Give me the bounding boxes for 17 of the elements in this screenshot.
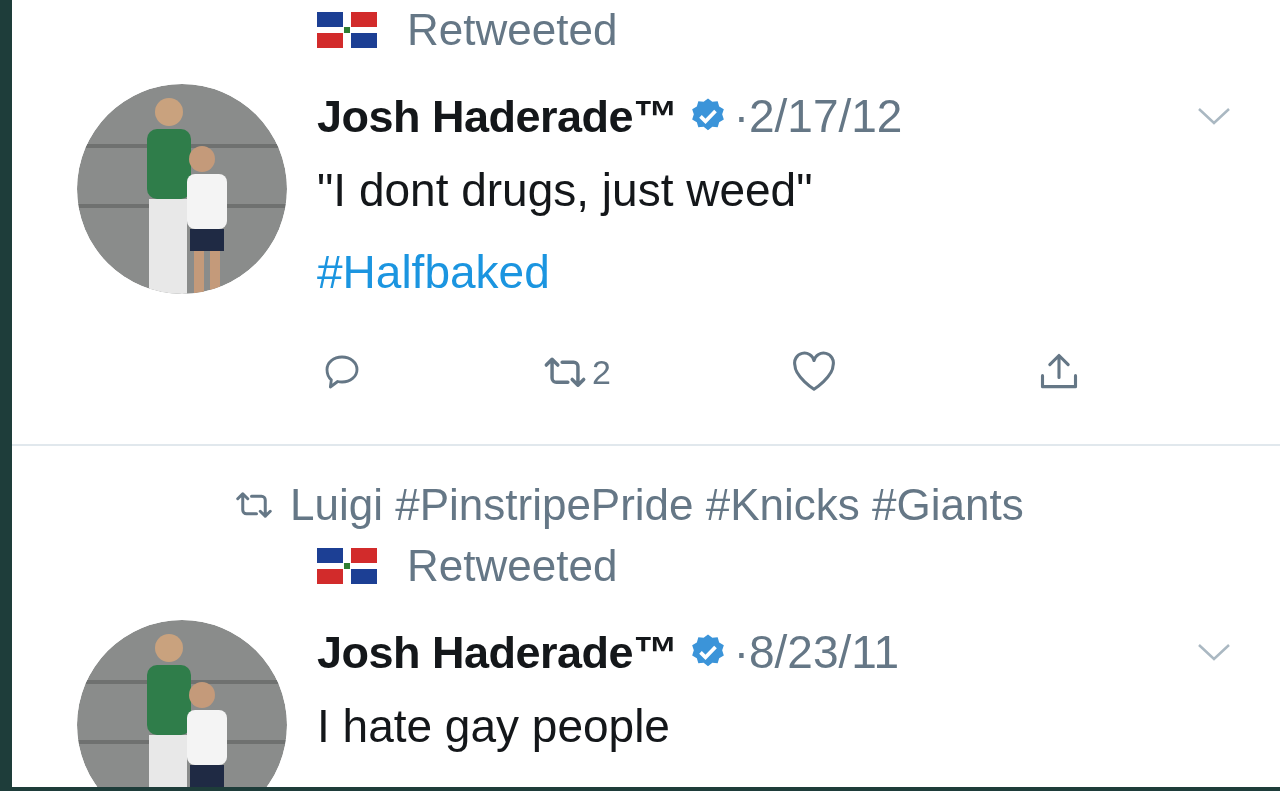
author-name[interactable]: Josh Haderade™ [317,93,678,139]
retweeted-label: Retweeted [407,544,618,588]
tweet-date[interactable]: 8/23/11 [748,629,899,675]
author-name[interactable]: Josh Haderade™ [317,629,678,675]
retweeted-label: Retweeted [407,8,618,52]
flag-icon [317,548,377,584]
tweet-text: I hate gay people [317,699,671,754]
retweeted-by-text: Luigi #PinstripePride #Knicks #Giants [290,483,1024,527]
separator-dot: · [733,93,749,139]
retweet-count: 2 [592,355,611,389]
separator-dot: · [733,629,749,675]
hashtag-link[interactable]: #Halfbaked [317,232,550,312]
flag-icon [317,12,377,48]
heart-icon[interactable] [790,351,837,393]
tweet-date[interactable]: 2/17/12 [748,93,903,139]
tweet-text: "I dont drugs, just weed" [317,163,814,218]
retweet-icon [234,490,274,520]
